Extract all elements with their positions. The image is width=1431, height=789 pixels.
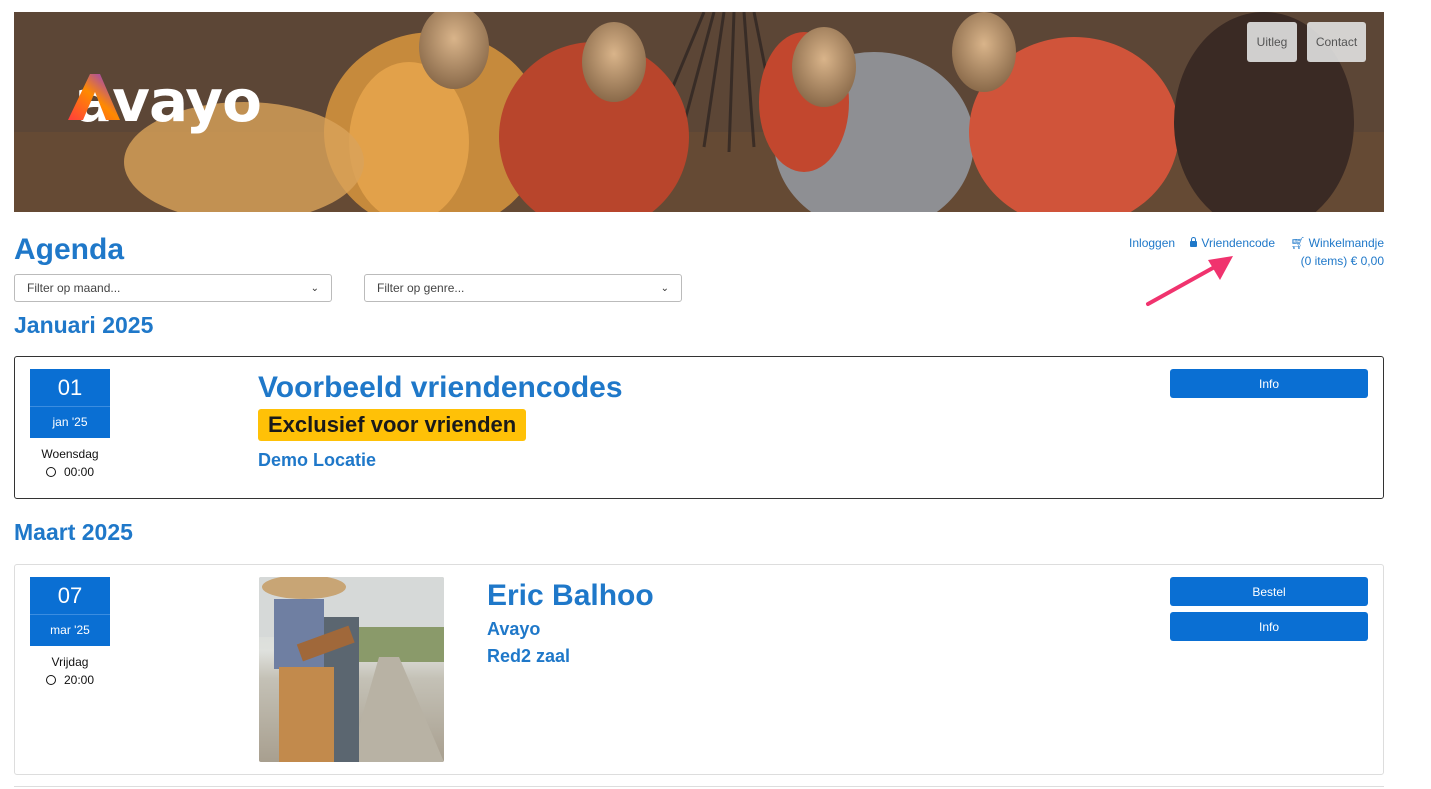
event-time-value: 20:00 [63,673,95,687]
event-organizer: Avayo [487,619,541,639]
event-venue: Red2 zaal [487,646,571,666]
month-heading: Maart 2025 [14,519,133,545]
month-filter-value: Filter op maand... [27,281,121,295]
chevron-down-icon: ⌄ [310,282,319,294]
info-button[interactable]: Info [1170,369,1368,398]
uitleg-button[interactable]: Uitleg [1247,22,1297,62]
event-card: 01 jan '25 Woensdag 00:00 Voorbeeld vrie… [14,356,1384,499]
event-card: 07 mar '25 Vrijdag 20:00 Eric Balhoo Ava… [14,564,1384,775]
event-photo [259,577,444,762]
event-day: 07 [30,577,110,614]
event-time: 00:00 [30,465,110,479]
divider [14,786,1384,787]
genre-filter-select[interactable]: Filter op genre... ⌄ [364,274,682,302]
annotation-arrow [1146,256,1233,306]
exclusive-badge: Exclusief voor vrienden [258,409,527,441]
event-time: 20:00 [30,673,110,687]
event-image[interactable] [259,577,444,762]
month-filter-select[interactable]: Filter op maand... ⌄ [14,274,332,302]
event-day: 01 [30,369,110,406]
event-date: 07 mar '25 Vrijdag 20:00 [30,577,110,687]
info-button[interactable]: Info [1170,612,1368,641]
clock-icon [45,467,56,477]
genre-filter-value: Filter op genre... [377,281,465,295]
friendcode-link[interactable]: Vriendencode [1190,236,1275,250]
event-location: Demo Locatie [258,450,377,470]
event-month: mar '25 [30,614,110,646]
event-title[interactable]: Voorbeeld vriendencodes [258,371,623,405]
event-time-value: 00:00 [63,465,95,479]
page-title: Agenda [14,233,125,266]
event-weekday: Vrijdag [51,655,89,669]
cart-label: Winkelmandje [1308,236,1384,250]
avayo-logo[interactable]: avayo [66,72,262,130]
friendcode-label: Vriendencode [1201,236,1276,250]
lock-icon [1190,237,1198,247]
order-button[interactable]: Bestel [1170,577,1368,606]
clock-icon [45,675,56,685]
chevron-down-icon: ⌄ [660,282,669,294]
cart-link[interactable]: 🛒︎ Winkelmandje [1290,236,1384,250]
header-banner: avayo Uitleg Contact [14,12,1384,212]
avayo-logo-icon [68,74,120,120]
login-link[interactable]: Inloggen [1129,236,1175,250]
cart-icon: 🛒︎ [1290,236,1306,250]
event-month: jan '25 [30,406,110,438]
event-weekday: Woensdag [41,447,99,461]
event-title[interactable]: Eric Balhoo [487,579,654,613]
event-date: 01 jan '25 Woensdag 00:00 [30,369,110,479]
contact-button[interactable]: Contact [1307,22,1366,62]
month-heading: Januari 2025 [14,312,154,338]
